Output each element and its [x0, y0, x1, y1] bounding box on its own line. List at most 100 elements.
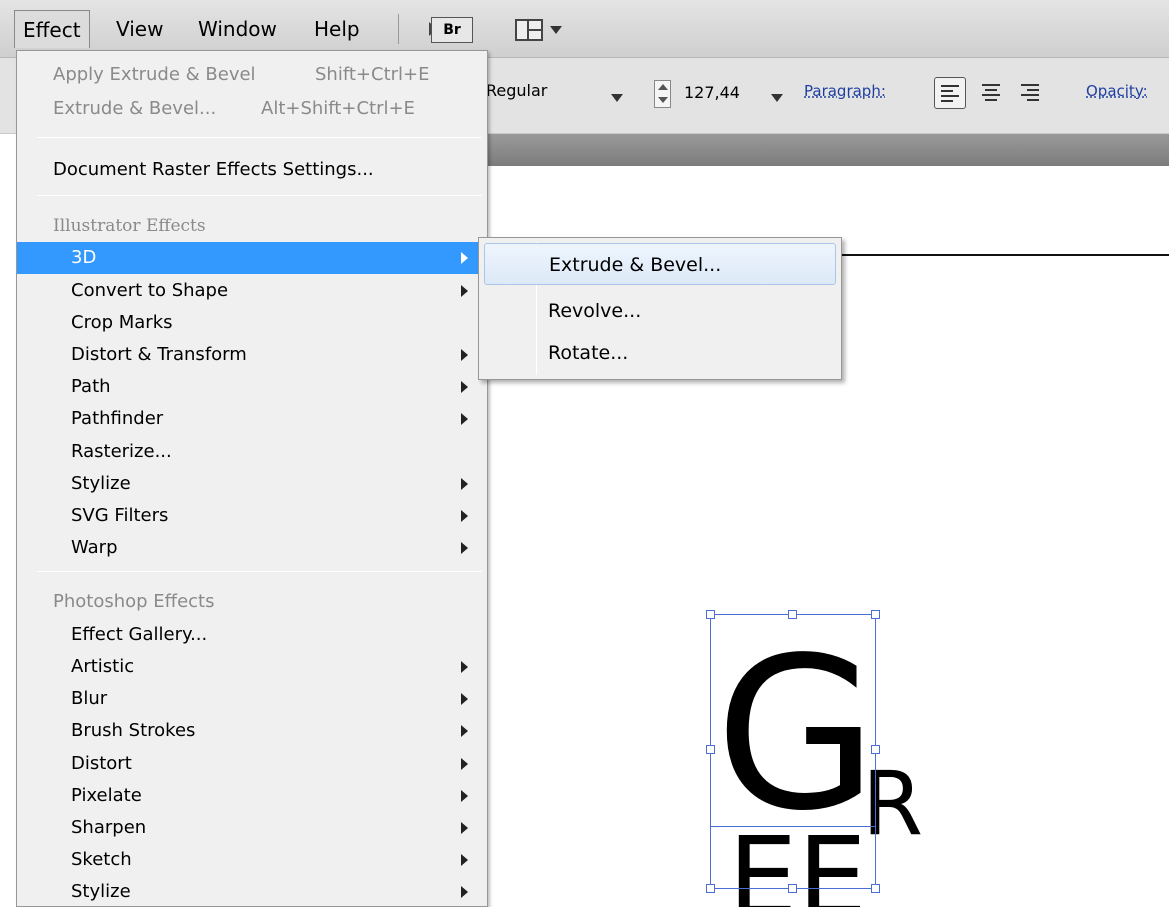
selection-bounding-box[interactable]	[710, 614, 876, 889]
submenu-arrow-icon	[461, 854, 468, 866]
selection-handle[interactable]	[706, 610, 715, 619]
menu-separator	[37, 137, 482, 138]
menu-view[interactable]: View	[108, 10, 171, 48]
submenu-arrow-icon	[461, 252, 468, 264]
arrange-documents-icon[interactable]	[515, 19, 543, 41]
menu-help[interactable]: Help	[306, 10, 368, 48]
menu-item-pixelate[interactable]: Pixelate	[17, 780, 487, 812]
menu-item-effect-gallery[interactable]: Effect Gallery...	[17, 619, 487, 651]
submenu-arrow-icon	[461, 349, 468, 361]
shortcut-label: Shift+Ctrl+E	[315, 64, 430, 85]
menu-item-label: 3D	[71, 247, 97, 268]
submenu-arrow-icon	[461, 886, 468, 898]
menu-item-label: Pathfinder	[71, 408, 164, 429]
menu-item-distort[interactable]: Distort	[17, 748, 487, 780]
submenu-arrow-icon	[461, 413, 468, 425]
selection-baseline	[710, 826, 876, 827]
menu-item-label: Apply Extrude & Bevel	[53, 64, 256, 85]
font-style-dropdown-icon[interactable]	[611, 94, 623, 102]
menu-effect[interactable]: Effect	[14, 10, 90, 48]
menu-item-label: Extrude & Bevel...	[549, 254, 722, 276]
font-size-dropdown-icon[interactable]	[771, 94, 783, 102]
opacity-link[interactable]: Opacity:	[1086, 82, 1148, 100]
submenu-arrow-icon	[461, 285, 468, 297]
selection-handle[interactable]	[706, 884, 715, 893]
selection-handle[interactable]	[871, 745, 880, 754]
menu-item-label: Distort	[71, 753, 132, 774]
menu-item-artistic[interactable]: Artistic	[17, 651, 487, 683]
submenu-arrow-icon	[461, 758, 468, 770]
menu-item-apply-last-effect: Apply Extrude & Bevel Shift+Ctrl+E	[17, 59, 487, 91]
menu-item-label: Blur	[71, 688, 108, 709]
selection-handle[interactable]	[871, 884, 880, 893]
menu-item-pathfinder[interactable]: Pathfinder	[17, 403, 487, 435]
3d-submenu: Extrude & Bevel... Revolve... Rotate...	[478, 237, 842, 380]
menu-item-path[interactable]: Path	[17, 371, 487, 403]
menu-item-photoshop-stylize[interactable]: Stylize	[17, 876, 487, 907]
submenu-item-rotate[interactable]: Rotate...	[484, 332, 836, 374]
menu-item-sharpen[interactable]: Sharpen	[17, 812, 487, 844]
menu-item-stylize[interactable]: Stylize	[17, 468, 487, 500]
menu-item-label: Sharpen	[71, 817, 147, 838]
section-header-illustrator-effects: Illustrator Effects	[17, 210, 487, 242]
selection-handle[interactable]	[788, 610, 797, 619]
menu-item-warp[interactable]: Warp	[17, 532, 487, 564]
submenu-item-revolve[interactable]: Revolve...	[484, 290, 836, 332]
submenu-item-extrude-bevel[interactable]: Extrude & Bevel...	[484, 243, 836, 285]
menu-item-label: Path	[71, 376, 111, 397]
submenu-arrow-icon	[461, 790, 468, 802]
align-right-button[interactable]	[1013, 77, 1045, 109]
menu-item-label: Document Raster Effects Settings...	[53, 159, 374, 180]
shortcut-label: Alt+Shift+Ctrl+E	[261, 98, 415, 119]
menu-item-distort-transform[interactable]: Distort & Transform	[17, 339, 487, 371]
menu-item-label: Effect Gallery...	[71, 624, 208, 645]
submenu-arrow-icon	[461, 725, 468, 737]
menu-item-label: Convert to Shape	[71, 280, 229, 301]
submenu-arrow-icon	[461, 381, 468, 393]
menu-item-label: Sketch	[71, 849, 132, 870]
font-size-field[interactable]: 127,44	[684, 83, 740, 102]
menu-item-label: Rotate...	[548, 342, 629, 364]
menu-item-document-raster-effects-settings[interactable]: Document Raster Effects Settings...	[17, 154, 487, 186]
menu-item-svg-filters[interactable]: SVG Filters	[17, 500, 487, 532]
submenu-arrow-icon	[461, 478, 468, 490]
menu-item-label: Stylize	[71, 881, 131, 902]
menu-item-brush-strokes[interactable]: Brush Strokes	[17, 715, 487, 747]
menu-window[interactable]: Window	[190, 10, 285, 48]
section-header-photoshop-effects: Photoshop Effects	[17, 586, 487, 618]
selection-handle[interactable]	[871, 610, 880, 619]
menu-separator	[37, 571, 482, 572]
menu-item-3d[interactable]: 3D	[17, 242, 487, 274]
menu-item-label: Crop Marks	[71, 312, 173, 333]
selection-handle[interactable]	[788, 884, 797, 893]
align-left-button[interactable]	[934, 77, 966, 109]
effect-menu: Apply Extrude & Bevel Shift+Ctrl+E Extru…	[16, 50, 488, 907]
paragraph-link[interactable]: Paragraph:	[804, 82, 886, 100]
submenu-arrow-icon	[461, 510, 468, 522]
menu-item-label: Stylize	[71, 473, 131, 494]
align-center-button[interactable]	[975, 77, 1007, 109]
selection-handle[interactable]	[706, 745, 715, 754]
menu-item-label: Brush Strokes	[71, 720, 196, 741]
menu-item-label: Distort & Transform	[71, 344, 247, 365]
submenu-arrow-icon	[461, 822, 468, 834]
section-header-label: Illustrator Effects	[53, 216, 206, 236]
font-style-field[interactable]: Regular	[486, 81, 547, 100]
menu-item-rasterize[interactable]: Rasterize...	[17, 436, 487, 468]
menu-item-crop-marks[interactable]: Crop Marks	[17, 307, 487, 339]
menu-separator	[37, 195, 482, 196]
menu-item-label: Extrude & Bevel...	[53, 98, 217, 119]
bridge-button[interactable]: Br	[431, 17, 473, 43]
menu-item-sketch[interactable]: Sketch	[17, 844, 487, 876]
font-size-stepper[interactable]	[654, 80, 671, 108]
menu-item-convert-to-shape[interactable]: Convert to Shape	[17, 275, 487, 307]
menu-item-label: Pixelate	[71, 785, 142, 806]
menu-item-last-effect: Extrude & Bevel... Alt+Shift+Ctrl+E	[17, 93, 487, 125]
document-tab-bar	[486, 134, 1169, 166]
menu-item-label: Rasterize...	[71, 441, 172, 462]
menu-item-label: SVG Filters	[71, 505, 169, 526]
submenu-arrow-icon	[461, 693, 468, 705]
chevron-down-icon[interactable]	[550, 26, 562, 34]
section-header-label: Photoshop Effects	[53, 591, 215, 612]
menu-item-blur[interactable]: Blur	[17, 683, 487, 715]
